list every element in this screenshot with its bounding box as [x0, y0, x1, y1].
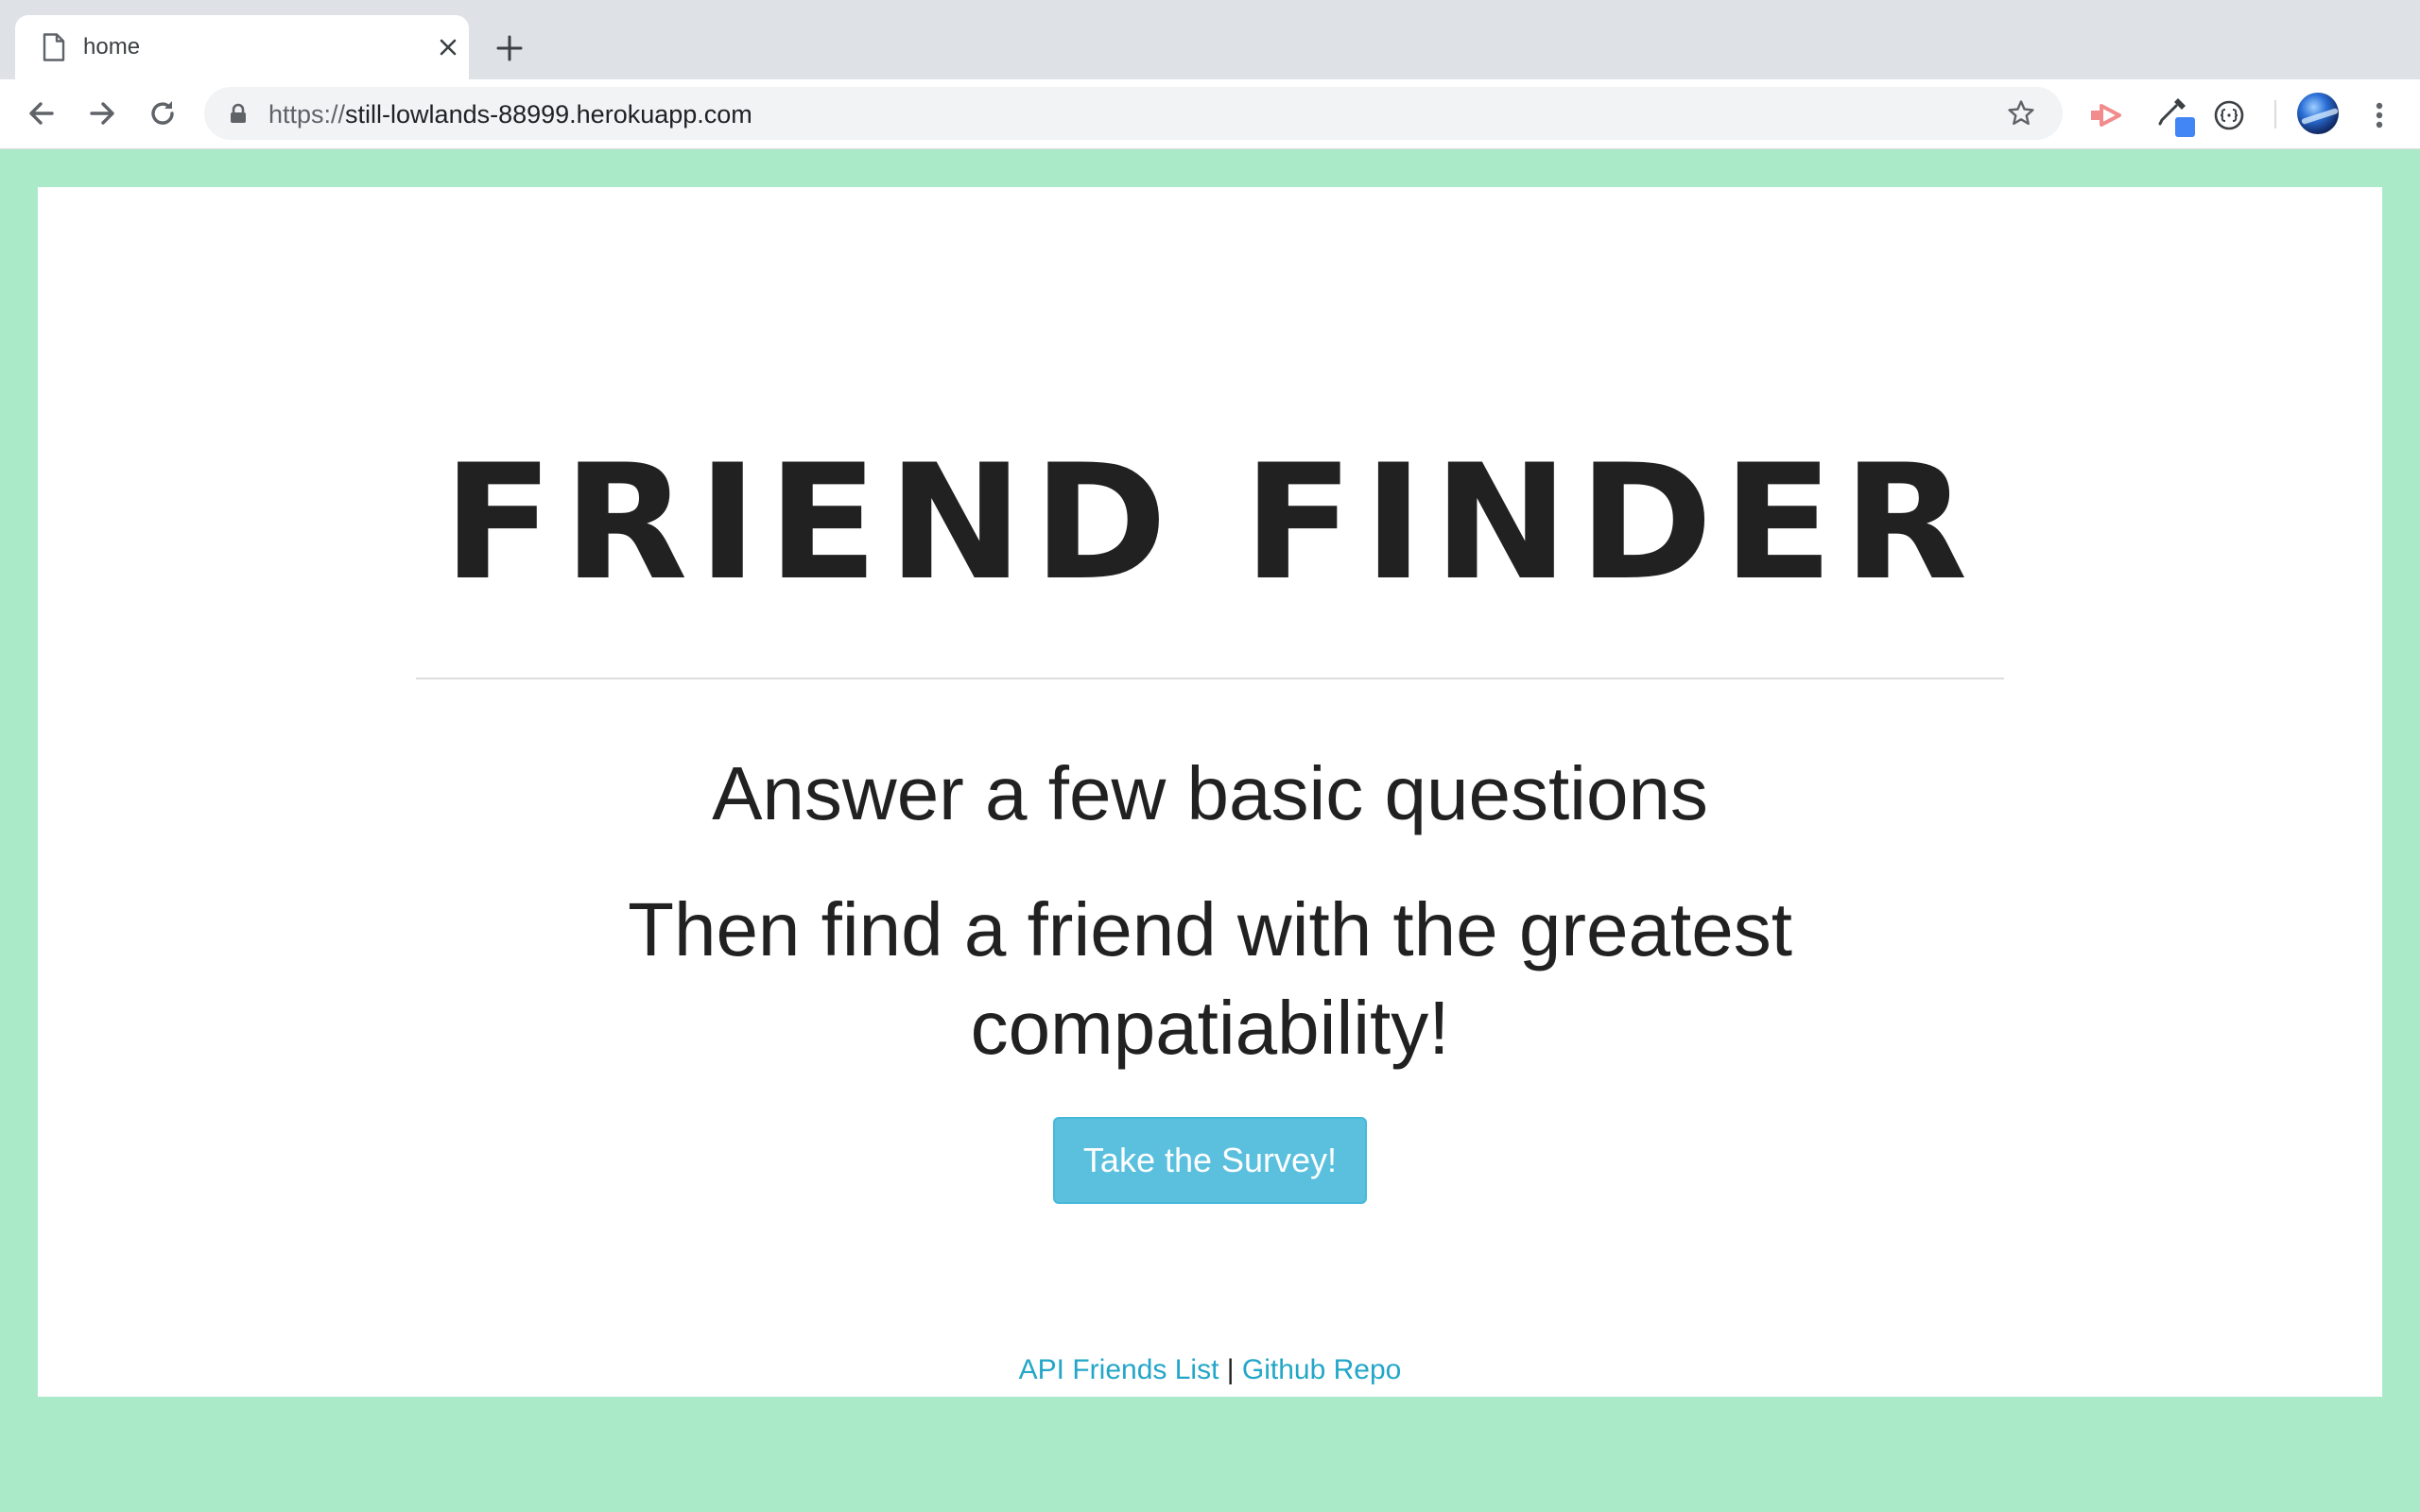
close-icon[interactable]: [437, 36, 459, 59]
content-panel: FRIEND FINDER Answer a few basic questio…: [38, 187, 2382, 1397]
browser-toolbar: https://still-lowlands-88999.herokuapp.c…: [0, 79, 2420, 149]
kebab-menu-icon[interactable]: [2367, 98, 2392, 132]
lock-icon: [231, 103, 246, 123]
active-tab[interactable]: home: [15, 15, 469, 79]
eyedropper-icon[interactable]: [2157, 96, 2195, 138]
github-repo-link[interactable]: Github Repo: [1242, 1354, 1401, 1385]
back-arrow-icon[interactable]: [25, 96, 59, 130]
url-scheme: https://: [268, 100, 346, 129]
take-survey-button[interactable]: Take the Survey!: [1053, 1117, 1367, 1204]
url-text[interactable]: https://still-lowlands-88999.herokuapp.c…: [268, 99, 752, 129]
footer-links: API Friends List | Github Repo: [38, 1353, 2382, 1387]
divider: [416, 678, 2004, 679]
toolbar-separator: [2274, 100, 2276, 129]
forward-arrow-icon[interactable]: [85, 96, 119, 130]
plus-icon[interactable]: [495, 34, 524, 62]
lead-text-questions: Answer a few basic questions: [712, 751, 1708, 835]
avatar[interactable]: [2297, 93, 2339, 134]
lead-text-compatibility: Then find a friend with the greatest com…: [628, 887, 1792, 1070]
reload-icon[interactable]: [146, 96, 180, 130]
tab-strip: home: [0, 0, 2420, 79]
document-icon: [43, 33, 65, 61]
address-bar[interactable]: https://still-lowlands-88999.herokuapp.c…: [204, 87, 2063, 140]
footer-separator: |: [1226, 1354, 1235, 1385]
url-host: still-lowlands-88999.herokuapp.com: [345, 100, 752, 129]
page-title: FRIEND FINDER: [442, 430, 1978, 615]
star-icon[interactable]: [2006, 98, 2036, 129]
code-extension-icon[interactable]: [2212, 98, 2246, 132]
red-extension-icon[interactable]: [2089, 98, 2123, 132]
api-friends-list-link[interactable]: API Friends List: [1019, 1354, 1219, 1385]
tab-title: home: [83, 34, 141, 60]
